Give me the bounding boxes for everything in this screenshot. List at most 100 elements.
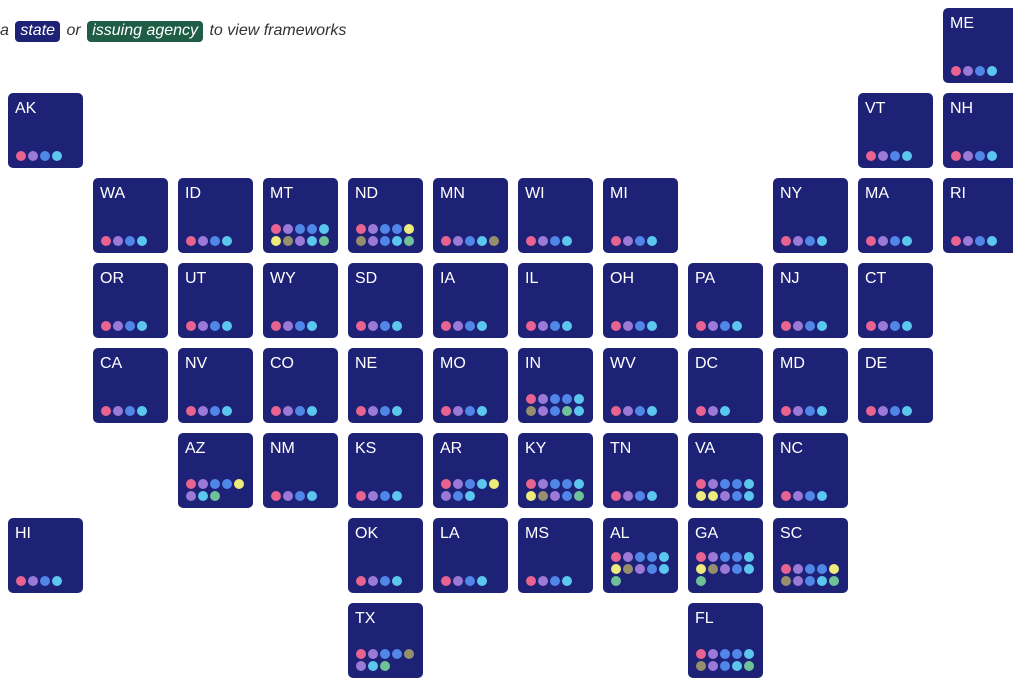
state-tile-in[interactable]: IN: [518, 348, 593, 423]
state-tile-ri[interactable]: RI: [943, 178, 1013, 253]
framework-dot: [538, 406, 548, 416]
framework-dot: [708, 552, 718, 562]
framework-dot: [453, 321, 463, 331]
framework-dot: [271, 224, 281, 234]
framework-dot: [295, 236, 305, 246]
framework-dot: [125, 236, 135, 246]
state-abbreviation: OH: [610, 270, 634, 287]
state-tile-va[interactable]: VA: [688, 433, 763, 508]
framework-dot: [623, 236, 633, 246]
state-tile-md[interactable]: MD: [773, 348, 848, 423]
state-tile-ne[interactable]: NE: [348, 348, 423, 423]
state-tile-ma[interactable]: MA: [858, 178, 933, 253]
framework-dot: [477, 576, 487, 586]
framework-dot: [744, 491, 754, 501]
framework-dot: [550, 321, 560, 331]
state-tile-tx[interactable]: TX: [348, 603, 423, 678]
state-tile-nc[interactable]: NC: [773, 433, 848, 508]
framework-dot: [380, 406, 390, 416]
state-tile-oh[interactable]: OH: [603, 263, 678, 338]
framework-dot: [963, 236, 973, 246]
state-tile-ia[interactable]: IA: [433, 263, 508, 338]
state-abbreviation: WY: [270, 270, 296, 287]
state-tile-wy[interactable]: WY: [263, 263, 338, 338]
state-tile-wi[interactable]: WI: [518, 178, 593, 253]
framework-dot: [368, 491, 378, 501]
state-tile-wv[interactable]: WV: [603, 348, 678, 423]
state-tile-nj[interactable]: NJ: [773, 263, 848, 338]
state-tile-mt[interactable]: MT: [263, 178, 338, 253]
state-tile-or[interactable]: OR: [93, 263, 168, 338]
state-tile-az[interactable]: AZ: [178, 433, 253, 508]
state-tile-ks[interactable]: KS: [348, 433, 423, 508]
framework-dots: [781, 491, 843, 501]
framework-dot: [538, 576, 548, 586]
framework-dot: [550, 406, 560, 416]
framework-dot: [307, 236, 317, 246]
framework-dots: [781, 406, 843, 416]
state-tile-al[interactable]: AL: [603, 518, 678, 593]
state-tile-ca[interactable]: CA: [93, 348, 168, 423]
state-tile-ok[interactable]: OK: [348, 518, 423, 593]
state-tile-tn[interactable]: TN: [603, 433, 678, 508]
framework-dot: [696, 406, 706, 416]
state-tile-pa[interactable]: PA: [688, 263, 763, 338]
framework-dot: [793, 236, 803, 246]
state-tile-mi[interactable]: MI: [603, 178, 678, 253]
state-tile-nh[interactable]: NH: [943, 93, 1013, 168]
state-tile-ct[interactable]: CT: [858, 263, 933, 338]
state-abbreviation: SC: [780, 525, 803, 542]
framework-dot: [866, 321, 876, 331]
framework-dot: [744, 649, 754, 659]
framework-dots: [611, 491, 673, 501]
framework-dots: [101, 236, 163, 246]
framework-dots: [866, 151, 928, 161]
state-tile-nv[interactable]: NV: [178, 348, 253, 423]
framework-dots: [781, 236, 843, 246]
framework-dot: [744, 552, 754, 562]
framework-dot: [866, 151, 876, 161]
state-tile-fl[interactable]: FL: [688, 603, 763, 678]
state-tile-id[interactable]: ID: [178, 178, 253, 253]
state-tile-ga[interactable]: GA: [688, 518, 763, 593]
framework-dot: [611, 491, 621, 501]
state-tile-co[interactable]: CO: [263, 348, 338, 423]
framework-dot: [647, 321, 657, 331]
state-tile-dc[interactable]: DC: [688, 348, 763, 423]
state-tile-ak[interactable]: AK: [8, 93, 83, 168]
framework-dot: [319, 224, 329, 234]
state-tile-nm[interactable]: NM: [263, 433, 338, 508]
state-abbreviation: VA: [695, 440, 716, 457]
state-tile-la[interactable]: LA: [433, 518, 508, 593]
framework-dot: [805, 406, 815, 416]
state-tile-sc[interactable]: SC: [773, 518, 848, 593]
state-tile-ny[interactable]: NY: [773, 178, 848, 253]
state-tile-wa[interactable]: WA: [93, 178, 168, 253]
framework-dot: [28, 576, 38, 586]
state-tile-mn[interactable]: MN: [433, 178, 508, 253]
state-tile-ky[interactable]: KY: [518, 433, 593, 508]
state-tile-me[interactable]: ME: [943, 8, 1013, 83]
framework-dot: [210, 491, 220, 501]
state-tile-mo[interactable]: MO: [433, 348, 508, 423]
framework-dots: [101, 321, 163, 331]
framework-dots: [696, 321, 758, 331]
state-tile-sd[interactable]: SD: [348, 263, 423, 338]
state-tile-ar[interactable]: AR: [433, 433, 508, 508]
framework-dot: [890, 151, 900, 161]
framework-dot: [356, 576, 366, 586]
framework-dot: [635, 236, 645, 246]
state-tile-ut[interactable]: UT: [178, 263, 253, 338]
framework-dots: [356, 321, 418, 331]
state-tile-ms[interactable]: MS: [518, 518, 593, 593]
framework-dot: [817, 564, 827, 574]
state-tile-hi[interactable]: HI: [8, 518, 83, 593]
framework-dots: [356, 576, 418, 586]
state-tile-vt[interactable]: VT: [858, 93, 933, 168]
framework-dot: [647, 564, 657, 574]
state-tile-il[interactable]: IL: [518, 263, 593, 338]
framework-dot: [307, 321, 317, 331]
framework-dot: [562, 321, 572, 331]
state-tile-de[interactable]: DE: [858, 348, 933, 423]
state-tile-nd[interactable]: ND: [348, 178, 423, 253]
